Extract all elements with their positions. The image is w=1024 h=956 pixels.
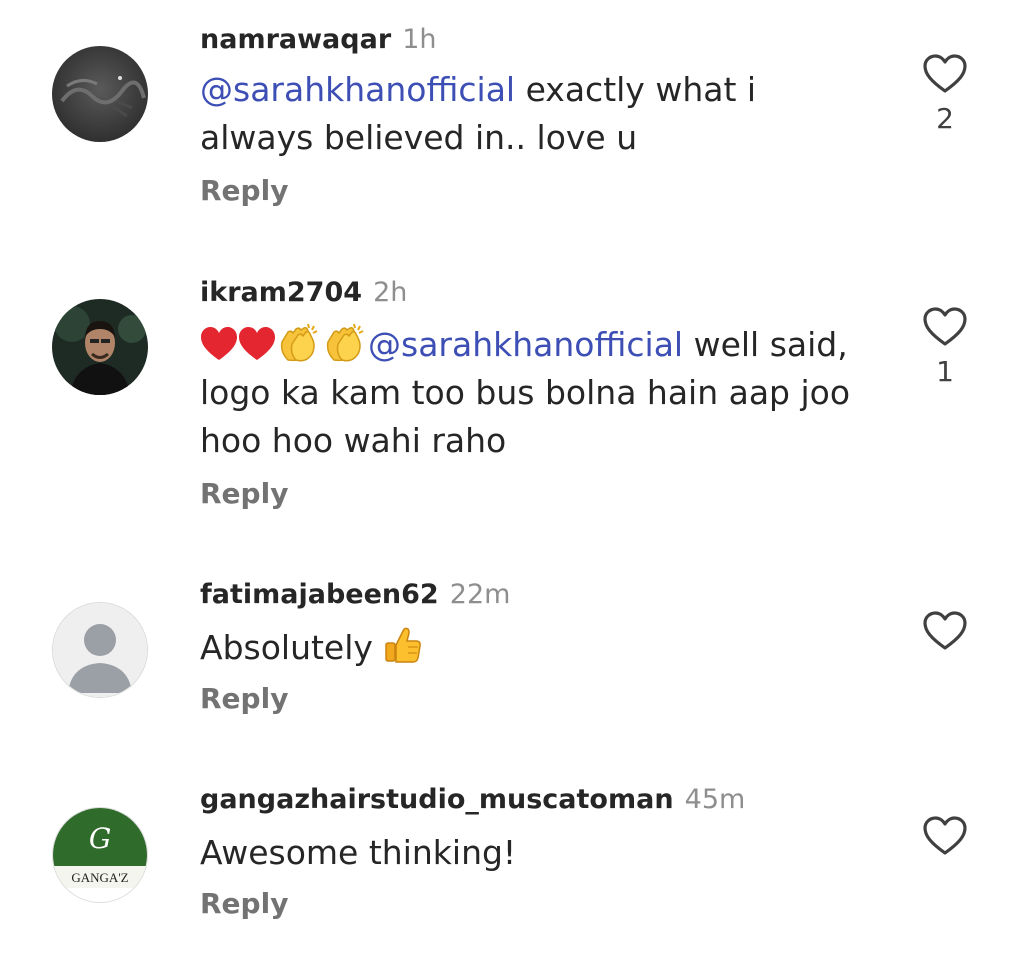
- comment-time: 1h: [402, 24, 437, 55]
- heart-icon[interactable]: [923, 816, 967, 856]
- avatar[interactable]: G GANGA'Z: [52, 807, 148, 903]
- heart-icon[interactable]: [923, 54, 967, 94]
- like-count: 1: [936, 355, 954, 388]
- thumbs-up-icon: [385, 627, 422, 663]
- avatar[interactable]: [52, 299, 148, 395]
- comment-time: 2h: [373, 277, 408, 308]
- reply-button[interactable]: Reply: [200, 679, 288, 719]
- reply-button[interactable]: Reply: [200, 884, 288, 924]
- like-area: 2: [915, 54, 975, 134]
- logo-monogram: G: [89, 822, 111, 855]
- mention-link[interactable]: @sarahkhanofficial: [200, 70, 515, 109]
- comment-text: Awesome thinking!: [200, 833, 517, 872]
- username[interactable]: ikram2704: [200, 277, 362, 308]
- red-heart-icon: [201, 327, 237, 360]
- comment-meta: ikram2704 2h: [200, 273, 407, 313]
- comment-meta: namrawaqar 1h: [200, 20, 437, 60]
- like-area: 1: [915, 307, 975, 387]
- clapping-hands-icon: [326, 323, 364, 362]
- reply-button[interactable]: Reply: [200, 171, 288, 211]
- comment-text: Absolutely: [200, 624, 860, 672]
- comment-meta: gangazhairstudio_muscatoman 45m: [200, 780, 745, 820]
- logo-text: GANGA'Z: [71, 870, 128, 885]
- like-area: [915, 611, 975, 651]
- username[interactable]: namrawaqar: [200, 24, 391, 55]
- heart-icon[interactable]: [923, 307, 967, 347]
- like-area: [915, 816, 975, 856]
- comment-time: 45m: [684, 784, 746, 815]
- username[interactable]: fatimajabeen62: [200, 579, 439, 610]
- username[interactable]: gangazhairstudio_muscatoman: [200, 784, 674, 815]
- mention-link[interactable]: @sarahkhanofficial: [368, 325, 683, 364]
- like-count: 2: [936, 102, 954, 135]
- comment-meta: fatimajabeen62 22m: [200, 575, 510, 615]
- avatar[interactable]: [52, 602, 148, 698]
- comment-time: 22m: [449, 579, 511, 610]
- avatar[interactable]: [52, 46, 148, 142]
- comment-text: @sarahkhanofficial exactly what i always…: [200, 70, 757, 157]
- reply-button[interactable]: Reply: [200, 474, 288, 514]
- heart-icon[interactable]: [923, 611, 967, 651]
- comment-text: @sarahkhanofficial well said, logo ka ka…: [200, 321, 860, 465]
- red-heart-icon: [239, 327, 275, 360]
- clapping-hands-icon: [280, 323, 318, 362]
